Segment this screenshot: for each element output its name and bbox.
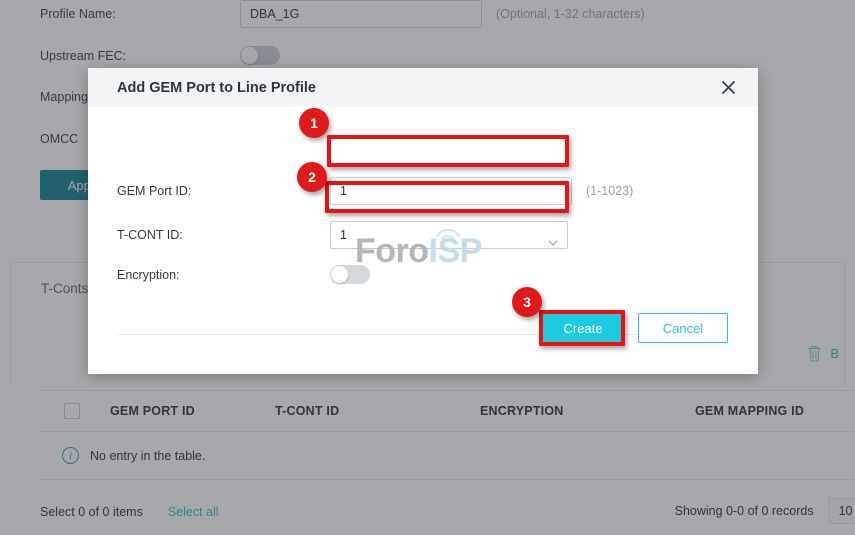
annotation-badge-1: 1 [299,108,329,138]
close-icon[interactable] [719,78,738,97]
gem-port-id-label: GEM Port ID: [117,184,330,198]
gem-port-id-input[interactable] [330,177,572,205]
chevron-down-icon [548,231,558,241]
dialog-title: Add GEM Port to Line Profile [117,80,316,96]
annotation-badge-3: 3 [512,287,542,317]
gem-port-id-hint: (1-1023) [586,184,633,198]
annotation-badge-2: 2 [297,162,327,192]
create-button[interactable]: Create [543,313,623,343]
cancel-button[interactable]: Cancel [638,313,728,343]
dialog-header: Add GEM Port to Line Profile [88,68,758,107]
t-cont-id-select[interactable]: 1 [330,221,568,249]
field-row-encryption: Encryption: [117,265,370,284]
encryption-toggle[interactable] [330,265,370,284]
encryption-label: Encryption: [117,268,330,282]
t-cont-id-label: T-CONT ID: [117,228,330,242]
t-cont-id-value: 1 [340,228,347,242]
field-row-gem-port-id: GEM Port ID: (1-1023) [117,177,633,205]
field-row-t-cont-id: T-CONT ID: 1 [117,221,568,249]
encryption-toggle-knob [331,266,348,283]
